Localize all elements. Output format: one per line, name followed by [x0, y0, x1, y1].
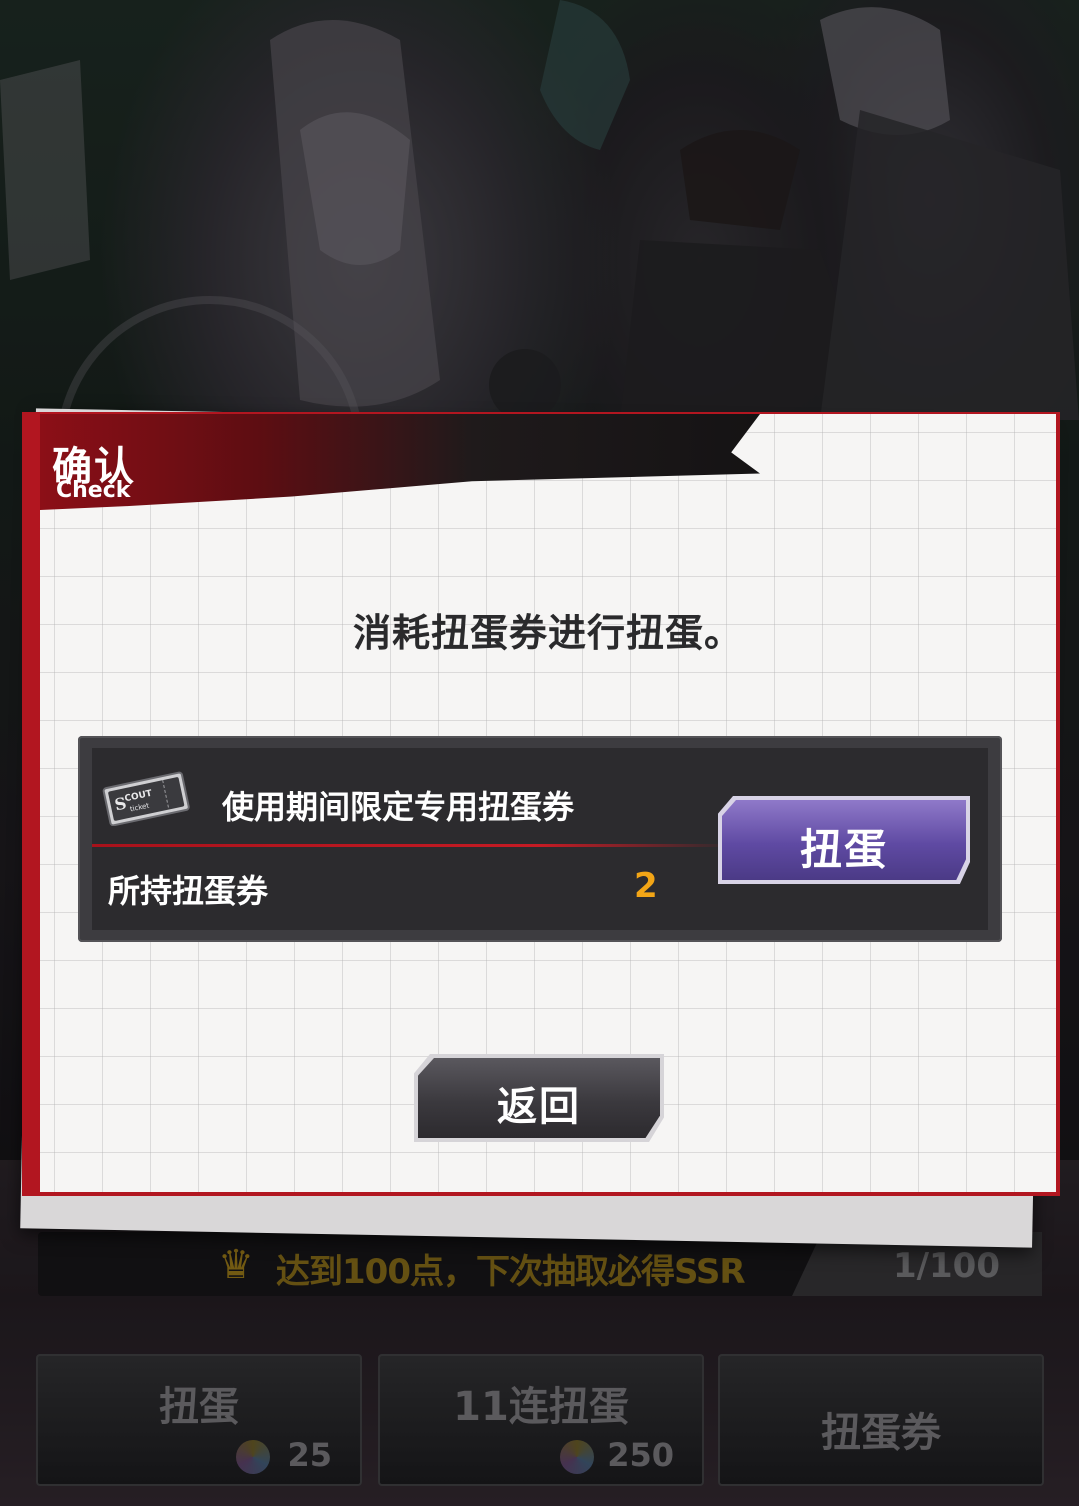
- ticket-gacha-confirm-button[interactable]: 扭蛋: [722, 800, 966, 880]
- owned-ticket-label: 所持扭蛋券: [108, 872, 269, 910]
- dialog-header: 确认 Check: [40, 414, 760, 510]
- divider: [92, 844, 732, 847]
- dialog-subtitle: Check: [56, 478, 131, 503]
- back-button[interactable]: 返回: [418, 1058, 660, 1138]
- owned-ticket-count: 2: [634, 866, 658, 906]
- scout-ticket-icon: S COUT ticket: [102, 771, 190, 826]
- dialog-message: 消耗扭蛋券进行扭蛋。: [352, 611, 743, 655]
- back-button-label: 返回: [497, 1084, 581, 1130]
- confirm-dialog: 确认 Check 消耗扭蛋券进行扭蛋。 S COUT ticket 使用期间限定…: [40, 414, 1056, 1192]
- ticket-gacha-confirm-label: 扭蛋: [799, 825, 888, 874]
- ticket-name: 使用期间限定专用扭蛋券: [222, 788, 575, 826]
